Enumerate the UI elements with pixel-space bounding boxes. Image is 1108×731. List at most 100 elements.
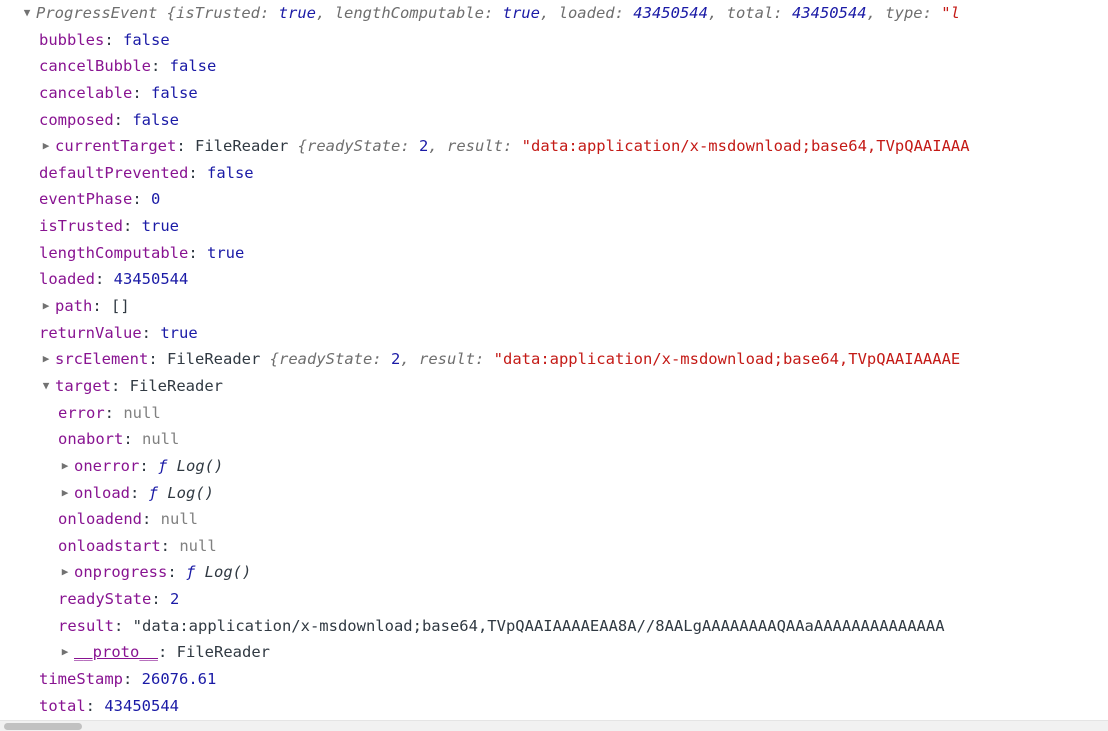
property-name: total xyxy=(39,696,86,715)
property-value: false xyxy=(123,30,170,49)
property-name: srcElement xyxy=(55,350,149,369)
property-name: result xyxy=(58,616,114,635)
preview-value: 2 xyxy=(418,137,429,156)
property-value: null xyxy=(179,536,217,555)
property-row[interactable]: ▶ onload: ƒ Log() xyxy=(0,480,1108,507)
triangle-right-icon[interactable]: ▶ xyxy=(39,133,53,160)
preview-separator: , xyxy=(866,4,886,22)
property-name: bubbles xyxy=(39,30,105,49)
preview-key: loaded: xyxy=(558,4,634,22)
triangle-right-icon[interactable]: ▶ xyxy=(58,639,72,666)
property-name: lengthComputable xyxy=(39,243,189,262)
property-row[interactable]: ▶ __proto__: FileReader xyxy=(0,639,1108,666)
property-separator: : xyxy=(130,483,149,502)
property-row: onloadstart: null xyxy=(0,533,1108,560)
preview-open: { xyxy=(260,350,279,369)
preview-separator: , xyxy=(400,350,419,369)
preview-entry: lengthComputable: true, xyxy=(335,4,559,22)
property-row: composed: false xyxy=(0,107,1108,134)
property-row[interactable]: ▼ target: FileReader xyxy=(0,373,1108,400)
property-row[interactable]: ▶ currentTarget: FileReader {readyState: … xyxy=(0,133,1108,160)
triangle-right-icon[interactable]: ▶ xyxy=(58,480,72,507)
property-separator: : xyxy=(132,190,151,209)
property-separator: : xyxy=(95,270,114,289)
property-separator: : xyxy=(142,510,161,529)
property-row: error: null xyxy=(0,400,1108,427)
preview-key: total: xyxy=(726,4,792,22)
property-separator: : xyxy=(167,563,186,582)
function-marker-icon: ƒ xyxy=(148,483,159,502)
property-separator: : xyxy=(123,430,142,449)
preview-value: 43450544 xyxy=(633,4,708,22)
scrollbar-thumb[interactable] xyxy=(4,723,82,730)
property-value: 2 xyxy=(170,590,180,609)
property-separator: : xyxy=(151,590,170,609)
triangle-right-icon[interactable]: ▶ xyxy=(39,346,53,373)
property-value: Log() xyxy=(158,483,215,502)
preview-entry: isTrusted: true, xyxy=(176,4,335,22)
triangle-down-icon[interactable]: ▼ xyxy=(39,373,53,400)
property-separator: : xyxy=(160,536,180,555)
function-marker-icon: ƒ xyxy=(186,563,196,582)
property-separator: : xyxy=(111,376,130,395)
property-separator: : xyxy=(114,616,133,635)
property-separator: : xyxy=(148,350,167,369)
preview-separator: , xyxy=(428,137,447,156)
preview-key: readyState: xyxy=(307,137,419,156)
property-value: false xyxy=(206,163,254,182)
property-value: true xyxy=(141,217,179,236)
property-separator: : xyxy=(104,30,123,49)
horizontal-scrollbar[interactable] xyxy=(0,720,1108,731)
triangle-right-icon[interactable]: ▶ xyxy=(39,293,53,320)
property-separator: : xyxy=(150,57,170,76)
property-value: 0 xyxy=(151,190,161,209)
property-value: 26076.61 xyxy=(141,670,217,689)
preview-value: "data:application/x-msdownload;base64,TV… xyxy=(521,137,970,156)
property-row: result: "data:application/x-msdownload;b… xyxy=(0,613,1108,640)
property-value: false xyxy=(151,83,198,102)
property-separator: : xyxy=(158,643,177,662)
object-header-row[interactable]: ▼ ProgressEvent {isTrusted: true, lengthC… xyxy=(0,0,1108,27)
preview-key: type: xyxy=(885,4,942,22)
triangle-right-icon[interactable]: ▶ xyxy=(58,559,72,586)
object-preview-open: { xyxy=(157,4,176,22)
property-value: [] xyxy=(111,297,130,316)
preview-value: 2 xyxy=(390,350,401,369)
property-name: onabort xyxy=(58,430,124,449)
property-row: cancelable: false xyxy=(0,80,1108,107)
property-name: error xyxy=(58,403,105,422)
property-row: lengthComputable: true xyxy=(0,240,1108,267)
triangle-right-icon[interactable]: ▶ xyxy=(58,453,72,480)
property-name: returnValue xyxy=(39,323,142,342)
property-name: cancelBubble xyxy=(39,57,151,76)
property-row[interactable]: ▶ onprogress: ƒ Log() xyxy=(0,559,1108,586)
property-separator: : xyxy=(113,110,133,129)
property-separator: : xyxy=(85,696,105,715)
property-row: readyState: 2 xyxy=(0,586,1108,613)
preview-entry: loaded: 43450544, xyxy=(559,4,727,22)
property-row: cancelBubble: false xyxy=(0,53,1108,80)
object-tree: ▼ ProgressEvent {isTrusted: true, lengthC… xyxy=(0,0,1108,731)
property-value: null xyxy=(160,510,198,529)
preview-value: "data:application/x-msdownload;base64,TV… xyxy=(493,350,961,369)
triangle-down-icon[interactable]: ▼ xyxy=(20,0,34,27)
property-value: 43450544 xyxy=(113,270,189,289)
property-value: false xyxy=(132,110,179,129)
property-name: onerror xyxy=(74,456,140,475)
property-row[interactable]: ▶ path: [] xyxy=(0,293,1108,320)
preview-open: { xyxy=(288,137,307,156)
property-row[interactable]: ▶ onerror: ƒ Log() xyxy=(0,453,1108,480)
console-object-inspector: ▼ ProgressEvent {isTrusted: true, lengthC… xyxy=(0,0,1108,731)
property-name: path xyxy=(55,297,93,316)
property-name: composed xyxy=(39,110,114,129)
property-separator: : xyxy=(123,670,142,689)
property-value: null xyxy=(123,403,161,422)
property-name: cancelable xyxy=(39,83,133,102)
property-separator: : xyxy=(188,163,207,182)
property-name: loaded xyxy=(39,270,95,289)
property-separator: : xyxy=(132,83,151,102)
property-name: onprogress xyxy=(74,563,168,582)
property-row: returnValue: true xyxy=(0,320,1108,347)
property-row[interactable]: ▶ srcElement: FileReader {readyState: 2, … xyxy=(0,346,1108,373)
property-separator: : xyxy=(176,137,195,156)
